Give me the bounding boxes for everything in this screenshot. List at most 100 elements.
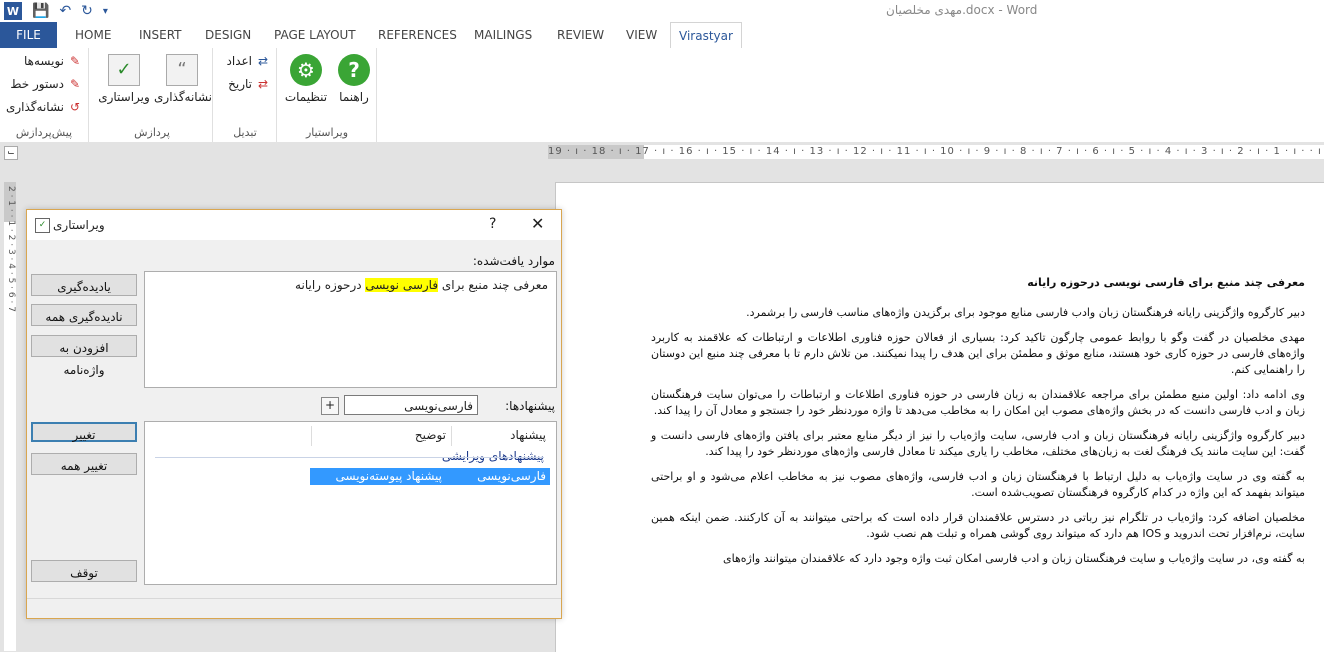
suggestion-row-description: پیشنهاد پیوسته‌نویسی: [335, 469, 443, 483]
tab-virastyar[interactable]: Virastyar: [670, 22, 742, 49]
dialog-title: ویراستاری: [53, 218, 105, 232]
punctuation-button[interactable]: “ نشانه‌گذاری: [154, 54, 213, 104]
ribbon: نویسه‌ها ✎ دستور خط ✎ نشانه‌گذاری ↺ پیش‌پرد…: [0, 48, 1324, 143]
group-convert: اعداد ⇄ تاریخ ⇄ تبدیل: [214, 48, 277, 142]
undo-icon[interactable]: ↶: [59, 3, 71, 19]
group-label-process: پردازش: [134, 126, 170, 139]
document-heading: معرفی چند منبع برای فارسی نویسی درحوزه ر…: [1027, 276, 1305, 289]
change-all-button[interactable]: تغییر همه: [31, 453, 137, 475]
editing-icon: ✓: [108, 54, 140, 86]
dialog-help-button[interactable]: ?: [489, 216, 496, 232]
script-icon: ✎: [69, 77, 81, 91]
suggestion-row-value: فارسی‌نویسی: [477, 469, 546, 483]
found-text-after: درحوزه رایانه: [295, 278, 366, 292]
punctuation-icon: “: [166, 54, 198, 86]
tab-file[interactable]: FILE: [0, 22, 57, 48]
found-highlight[interactable]: فارسی نویسی: [365, 278, 439, 292]
dialog-title-bar[interactable]: ✓ ویراستاری ? ✕: [27, 210, 561, 240]
save-icon[interactable]: 💾: [32, 3, 49, 19]
paragraph-4: دبیر کارگروه واژگزینی رایانه فرهنگستان ز…: [651, 429, 1305, 458]
group-label-convert: تبدیل: [233, 126, 257, 139]
script-label: دستور خط: [10, 77, 64, 91]
numbers-icon: ⇄: [257, 54, 269, 68]
document-body[interactable]: معرفی چند منبع برای فارسی نویسی درحوزه ر…: [651, 275, 1305, 576]
column-header-description[interactable]: توضیح: [415, 422, 446, 446]
tab-references[interactable]: REFERENCES: [378, 22, 457, 48]
ruler-ticks: 19 · ı · 18 · ı · 17 · ı · 16 · ı · 15 ·…: [548, 146, 1324, 157]
writers-button[interactable]: نویسه‌ها ✎: [24, 54, 82, 68]
tab-insert[interactable]: INSERT: [139, 22, 182, 48]
settings-button[interactable]: ⚙ تنظیمات: [280, 54, 332, 104]
stop-button[interactable]: توقف: [31, 560, 137, 582]
group-process: ✓ ویراستاری “ نشانه‌گذاری پردازش: [92, 48, 213, 142]
tab-page-layout[interactable]: PAGE LAYOUT: [274, 22, 356, 48]
tab-design[interactable]: DESIGN: [205, 22, 251, 48]
tab-home[interactable]: HOME: [75, 22, 111, 48]
ruler-bar: ⌙ 19 · ı · 18 · ı · 17 · ı · 16 · ı · 15…: [0, 142, 1324, 162]
gear-icon: ⚙: [290, 54, 322, 86]
dialog-close-button[interactable]: ✕: [531, 214, 544, 233]
dialog-status-divider: [27, 598, 561, 599]
paragraph-3: وی ادامه داد: اولین منبع مطمئن برای مراج…: [651, 388, 1305, 417]
paragraph-7: به گفته وی، در سایت واژه‌یاب و سایت فرهن…: [723, 552, 1305, 565]
word-logo-icon: W: [4, 2, 22, 20]
paragraph-2: مهدی مخلصیان در گفت وگو با روابط عمومی چ…: [651, 331, 1305, 376]
found-text-before: معرفی چند منبع برای: [438, 278, 548, 292]
group-preprocess: نویسه‌ها ✎ دستور خط ✎ نشانه‌گذاری ↺ پیش‌پرد…: [0, 48, 89, 142]
date-icon: ⇄: [257, 77, 269, 91]
punctuation-label: نشانه‌گذاری: [154, 90, 213, 104]
marking-label: نشانه‌گذاری: [5, 100, 64, 114]
suggestion-group-title: پیشنهادهای ویرایشی: [441, 449, 544, 463]
marking-button[interactable]: نشانه‌گذاری ↺: [6, 100, 82, 114]
found-items-label: موارد یافت‌شده:: [472, 254, 555, 268]
suggestion-row[interactable]: فارسی‌نویسی پیشنهاد پیوسته‌نویسی: [310, 468, 550, 485]
date-label: تاریخ: [228, 77, 252, 91]
customize-qat-icon[interactable]: ▾: [103, 6, 108, 17]
numbers-button[interactable]: اعداد ⇄: [227, 54, 270, 68]
editing-label: ویراستاری: [98, 90, 150, 104]
paragraph-5: به گفته وی در سایت واژه‌یاب به دلیل ارتب…: [651, 470, 1305, 499]
vertical-ruler-ticks: 2 · 1 · · 1 · 2 · 3 · 4 · 5 · 6 · 7: [6, 186, 16, 312]
group-label-virastyar: ویراستیار: [305, 126, 349, 139]
settings-label: تنظیمات: [284, 90, 328, 104]
suggestions-label: پیشنهادها:: [505, 399, 555, 413]
tab-selector[interactable]: ⌙: [4, 146, 18, 160]
horizontal-ruler[interactable]: 19 · ı · 18 · ı · 17 · ı · 16 · ı · 15 ·…: [548, 145, 1324, 159]
help-icon: ?: [338, 54, 370, 86]
date-button[interactable]: تاریخ ⇄: [228, 77, 270, 91]
help-label: راهنما: [339, 90, 369, 104]
marking-icon: ↺: [69, 100, 81, 114]
editing-button[interactable]: ✓ ویراستاری: [96, 54, 152, 104]
column-separator: [451, 426, 452, 446]
document-page[interactable]: معرفی چند منبع برای فارسی نویسی درحوزه ر…: [555, 182, 1324, 652]
title-bar: W 💾 ↶ ↻ ▾ مهدی مخلصیان.docx - Word: [0, 0, 1324, 22]
paragraph-1: دبیر کارگروه واژگزینی رایانه فرهنگستان ز…: [746, 306, 1305, 319]
change-button[interactable]: تغییر: [31, 422, 137, 442]
ribbon-tabs: FILE HOME INSERT DESIGN PAGE LAYOUT REFE…: [0, 22, 1324, 49]
redo-icon[interactable]: ↻: [81, 3, 93, 19]
vertical-ruler[interactable]: 2 · 1 · · 1 · 2 · 3 · 4 · 5 · 6 · 7: [4, 182, 16, 651]
tab-review[interactable]: REVIEW: [557, 22, 604, 48]
editing-dialog: ✓ ویراستاری ? ✕ موارد یافت‌شده: معرفی چن…: [26, 209, 562, 619]
dialog-app-icon: ✓: [35, 218, 50, 233]
tab-mailings[interactable]: MAILINGS: [474, 22, 532, 48]
script-button[interactable]: دستور خط ✎: [10, 77, 82, 91]
learn-button[interactable]: یادیده‌گیری: [31, 274, 137, 296]
paragraph-6: مخلصیان اضافه کرد: واژه‌یاب در تلگرام نی…: [651, 511, 1305, 540]
help-button[interactable]: ? راهنما: [334, 54, 374, 104]
column-header-suggestion[interactable]: پیشنهاد: [510, 422, 546, 446]
group-label-preprocess: پیش‌پردازش: [15, 126, 73, 139]
group-virastyar: ⚙ تنظیمات ? راهنما ویراستیار: [278, 48, 377, 142]
numbers-label: اعداد: [226, 54, 252, 68]
window-title: مهدی مخلصیان.docx - Word: [886, 3, 1038, 17]
ignore-all-button[interactable]: نادیده‌گیری همه: [31, 304, 137, 326]
found-items-box[interactable]: معرفی چند منبع برای فارسی نویسی درحوزه ر…: [144, 271, 557, 388]
group-divider: [155, 457, 544, 458]
suggestion-input[interactable]: فارسی‌نویسی: [344, 395, 478, 415]
add-to-dictionary-button[interactable]: افزودن به واژه‌نامه: [31, 335, 137, 377]
suggestions-list[interactable]: پیشنهاد توضیح پیشنهادهای ویرایشی فارسی‌ن…: [144, 421, 557, 585]
column-separator: [311, 426, 312, 446]
add-suggestion-button[interactable]: +: [321, 397, 339, 415]
writers-icon: ✎: [69, 54, 81, 68]
tab-view[interactable]: VIEW: [626, 22, 657, 48]
